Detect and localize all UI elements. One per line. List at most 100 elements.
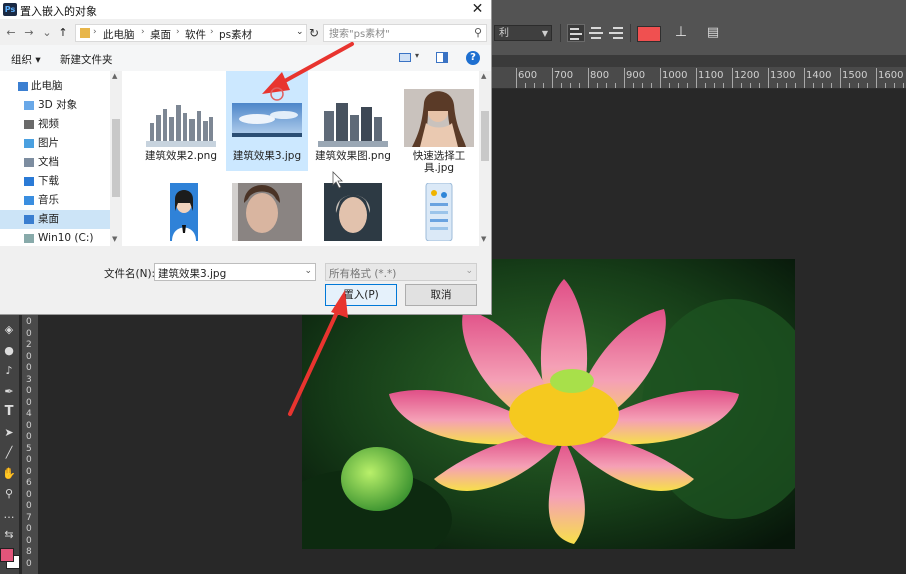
ruler-tick-mark <box>849 83 850 88</box>
swap-colors-icon[interactable]: ⇆ <box>2 528 16 542</box>
ruler-tick-mark <box>804 68 805 88</box>
align-left-button[interactable] <box>567 24 585 42</box>
scroll-up-icon[interactable]: ▲ <box>481 72 486 80</box>
navigation-scroll-thumb[interactable] <box>112 119 120 197</box>
vertical-ruler-number: 0 <box>26 466 32 477</box>
type-icon[interactable]: T <box>2 405 16 419</box>
address-bar[interactable]: › 此电脑 › 桌面 › 软件 › ps素材 ⌄ <box>75 24 307 42</box>
file-item[interactable]: 建筑效果3.jpg <box>226 71 308 171</box>
navigation-row: ← → ⌄ ↑ › 此电脑 › 桌面 › 软件 › ps素材 ⌄ ↻ ⚲ <box>0 21 491 45</box>
zoom-icon[interactable]: ⚲ <box>2 487 16 501</box>
nav-tree-item[interactable]: 视频 <box>0 115 110 134</box>
forward-arrow-icon[interactable]: → <box>22 25 36 41</box>
filename-label: 文件名(N): <box>104 268 156 280</box>
file-name: 快速选择工具.jpg <box>412 150 466 174</box>
chevron-down-icon[interactable]: ⌄ <box>296 27 304 37</box>
nav-tree-item[interactable]: 下载 <box>0 172 110 191</box>
warp-text-icon[interactable]: ⊥ <box>672 22 690 42</box>
nav-tree-item[interactable]: 3D 对象 <box>0 96 110 115</box>
file-list-scrollbar[interactable]: ▲ ▼ <box>479 71 491 246</box>
path-select-icon[interactable]: ➤ <box>2 426 16 440</box>
scroll-up-icon[interactable]: ▲ <box>112 72 117 80</box>
ruler-tick-label: 1000 <box>662 70 688 81</box>
search-input[interactable] <box>324 25 471 43</box>
ruler-tick-label: 1400 <box>806 70 832 81</box>
align-right-button[interactable] <box>607 24 625 42</box>
organize-button[interactable]: 组织 ▾ <box>11 52 41 67</box>
nav-tree-item[interactable]: 桌面 <box>0 210 110 229</box>
navigation-scrollbar[interactable]: ▲ ▼ <box>110 71 122 246</box>
ps-antialias-select[interactable]: 利 ▼ <box>494 25 552 41</box>
downloads-icon <box>24 177 34 186</box>
file-item[interactable] <box>398 175 479 246</box>
cancel-button[interactable]: 取消 <box>405 284 477 306</box>
close-button[interactable]: ✕ <box>464 0 491 19</box>
preview-pane-icon[interactable] <box>436 52 448 63</box>
blur-icon[interactable]: ● <box>2 344 16 358</box>
ruler-tick-mark <box>543 83 544 88</box>
breadcrumb-software[interactable]: 软件 <box>185 27 206 42</box>
nav-tree-item[interactable]: 文档 <box>0 153 110 172</box>
ruler-tick-mark <box>561 83 562 88</box>
breadcrumb-separator-icon: › <box>210 27 214 37</box>
face-photo-thumbnail <box>232 183 302 241</box>
breadcrumb-this-pc[interactable]: 此电脑 <box>103 27 135 42</box>
ruler-tick-mark <box>885 83 886 88</box>
file-item[interactable] <box>226 175 308 246</box>
file-item[interactable] <box>312 175 394 246</box>
up-arrow-icon[interactable]: ↑ <box>56 25 70 41</box>
file-item[interactable] <box>140 175 222 246</box>
nav-tree-item[interactable]: 音乐 <box>0 191 110 210</box>
ruler-tick-mark <box>579 83 580 88</box>
buildings-thumbnail <box>318 89 388 147</box>
search-icon[interactable]: ⚲ <box>474 26 482 39</box>
ruler-tick-mark <box>516 68 517 88</box>
chevron-down-icon: ⌄ <box>465 266 473 276</box>
pen-icon[interactable]: ✒ <box>2 385 16 399</box>
file-type-value: 所有格式 (*.*) <box>329 268 397 280</box>
hand-icon[interactable]: ✋ <box>2 467 16 481</box>
nav-tree-item[interactable]: 此电脑 <box>0 77 110 96</box>
navigation-pane: 此电脑 3D 对象 视频 图片 文档 下载 音乐 桌面 Win10 (C:) <box>0 71 122 246</box>
help-icon[interactable]: ? <box>466 51 480 65</box>
more-icon[interactable]: … <box>2 508 16 522</box>
align-center-button[interactable] <box>587 24 605 42</box>
vertical-ruler-number: 0 <box>26 535 32 546</box>
breadcrumb-desktop[interactable]: 桌面 <box>150 27 171 42</box>
line-icon[interactable]: ╱ <box>2 446 16 460</box>
ruler-tick-mark <box>642 83 643 88</box>
ruler-tick-mark <box>741 83 742 88</box>
ps-document-tab-bar <box>492 55 906 67</box>
ruler-tick-mark <box>525 83 526 88</box>
text-color-swatch[interactable] <box>637 26 661 42</box>
filename-input[interactable]: 建筑效果3.jpg ⌄ <box>154 263 316 281</box>
dodge-icon[interactable]: ♪ <box>2 364 16 378</box>
history-chevron-icon[interactable]: ⌄ <box>40 25 54 41</box>
filename-value: 建筑效果3.jpg <box>158 268 227 280</box>
ruler-tick-mark <box>633 83 634 88</box>
scroll-down-icon[interactable]: ▼ <box>112 235 117 243</box>
paint-bucket-icon[interactable]: ◈ <box>2 323 16 337</box>
file-list-scroll-thumb[interactable] <box>481 111 489 161</box>
vertical-ruler-number: 6 <box>26 478 32 488</box>
file-item[interactable]: 建筑效果2.png <box>140 71 222 171</box>
breadcrumb-ps-materials[interactable]: ps素材 <box>219 27 252 42</box>
file-item[interactable]: 快速选择工具.jpg <box>398 71 479 174</box>
ruler-tick-mark <box>687 83 688 88</box>
back-arrow-icon[interactable]: ← <box>4 25 18 41</box>
file-item[interactable]: 建筑效果图.png <box>312 71 394 171</box>
new-folder-button[interactable]: 新建文件夹 <box>60 52 113 67</box>
nav-tree-item[interactable]: 图片 <box>0 134 110 153</box>
breadcrumb-separator-icon: › <box>176 27 180 37</box>
view-options-button[interactable]: ▾ <box>398 51 422 65</box>
foreground-color-swatch[interactable] <box>0 548 14 562</box>
scroll-down-icon[interactable]: ▼ <box>481 235 486 243</box>
dialog-title-bar[interactable]: Ps 置入嵌入的对象 ✕ <box>0 0 491 19</box>
panels-icon[interactable]: ▤ <box>704 24 722 42</box>
refresh-icon[interactable]: ↻ <box>307 24 321 42</box>
photoshop-app-icon: Ps <box>3 3 17 16</box>
ruler-tick-label: 1100 <box>698 70 724 81</box>
chevron-down-icon[interactable]: ⌄ <box>304 266 312 276</box>
file-type-select[interactable]: 所有格式 (*.*) ⌄ <box>325 263 477 281</box>
place-button[interactable]: 置入(P) <box>325 284 397 306</box>
